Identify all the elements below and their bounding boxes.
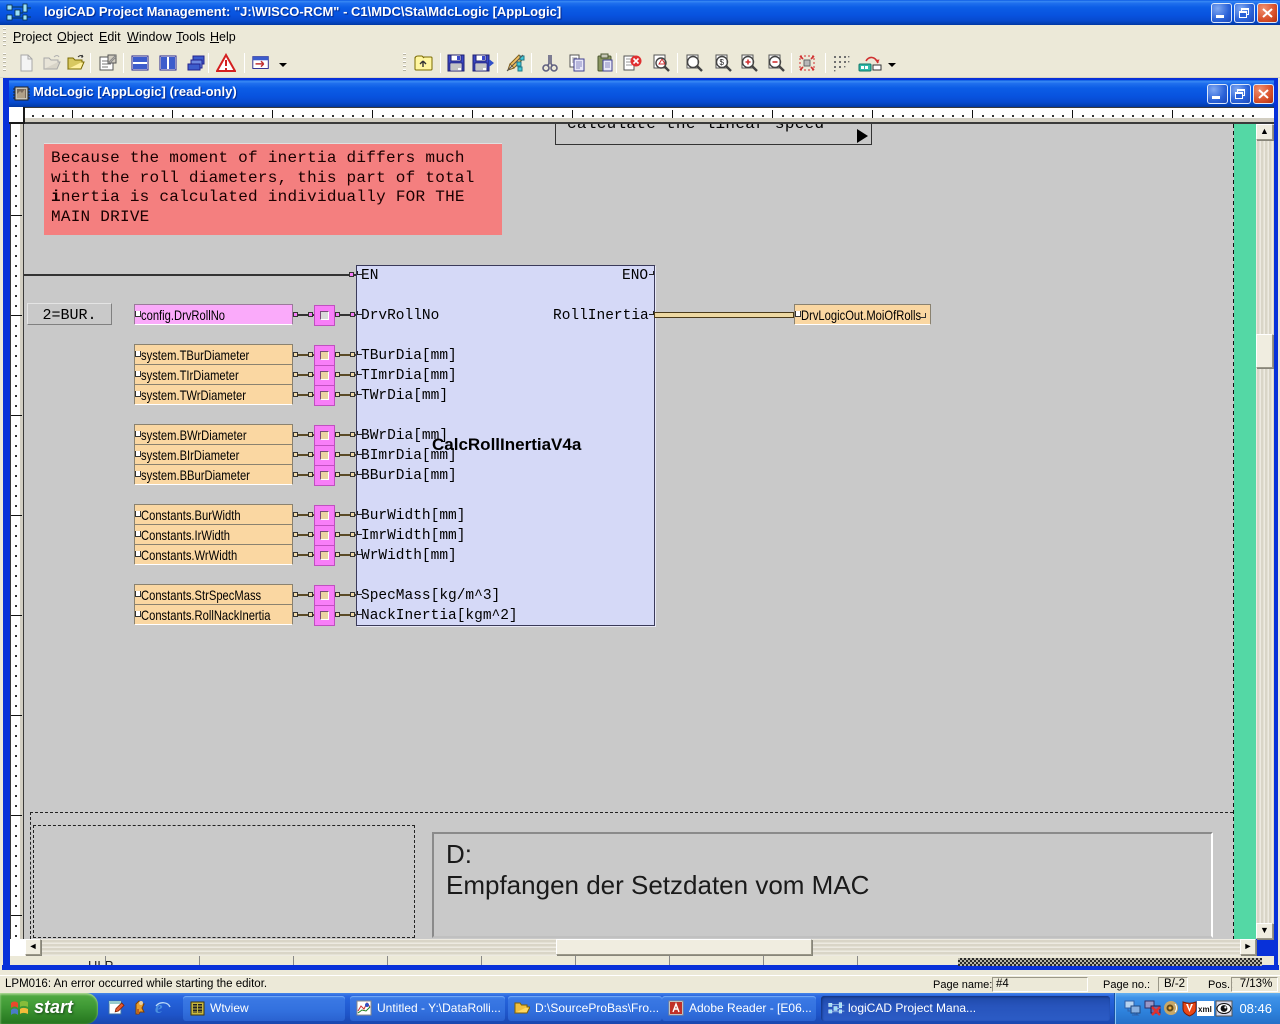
svg-text:xml: xml — [1198, 1005, 1212, 1014]
svg-text:$: $ — [720, 58, 725, 67]
svg-text:e: e — [155, 998, 163, 1017]
